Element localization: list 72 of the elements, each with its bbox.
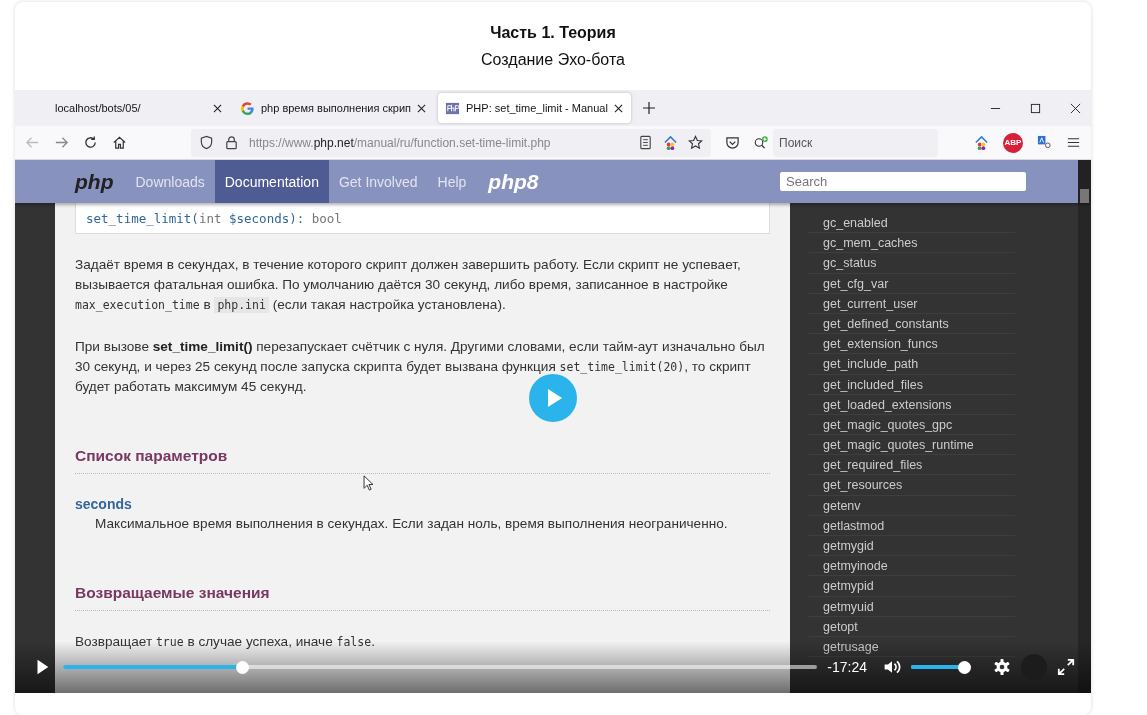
forward-icon[interactable] [54,135,69,150]
browser-tab[interactable]: php время выполнения скрип [230,93,435,123]
maximize-icon[interactable] [1030,102,1041,114]
scrollbar-thumb[interactable] [1080,189,1089,203]
nav-link[interactable]: Documentation [214,160,329,203]
parameter-name: seconds [75,496,133,513]
close-tab-icon[interactable] [613,103,623,113]
function-link[interactable]: get_magic_quotes_runtime [808,435,1015,456]
function-link[interactable]: get_included_files [808,374,1015,395]
function-link[interactable]: get_loaded_extensions [808,394,1015,415]
function-link[interactable]: getmyinode [808,556,1015,577]
section-heading: Список параметров [75,447,770,475]
browser-tab[interactable]: localhost/bots/05/ [15,93,230,123]
address-bar[interactable]: https://www.php.net/manual/ru/function.set-time-limit.php [191,128,711,157]
parameter-description: Максимальное время выполнения в секундах. Если задан ноль, время выполнения неограниченно. [94,515,729,534]
browser-tab[interactable]: PHP: set_time_limit - Manual [438,93,631,123]
colorful-home-icon[interactable] [974,135,989,150]
fullscreen-icon[interactable] [1057,658,1075,676]
shield-icon [199,135,214,150]
php-logo[interactable]: php [75,160,114,203]
translate-icon[interactable] [1037,135,1052,150]
lesson-title: Часть 1. Теория [490,23,616,42]
function-link[interactable]: getmyuid [808,596,1015,617]
progress-slider[interactable] [63,660,818,674]
volume-slider[interactable] [911,660,971,674]
return-description: Возвращает true в случае успеха, иначе false. [75,633,376,652]
mouse-cursor-icon [363,475,374,491]
reader-view-icon[interactable] [638,135,653,150]
description-paragraph: При вызове set_time_limit() перезапускает счётчик с нуля. Другими словами, если тайм-аут изначально был 30 секунд, и через 25 секунд после запуска скрипта будет вызвана функция set_time_limit(20), то скрипт будет работать максимум 45 секунд. [75,337,766,396]
function-link[interactable]: getmypid [808,576,1015,597]
browser-search-field[interactable]: Поиск [773,128,938,157]
pocket-icon[interactable] [725,135,740,150]
site-search-field[interactable]: Search [780,172,1026,191]
function-link[interactable]: getmygid [808,536,1015,557]
function-link[interactable]: get_include_path [808,354,1015,375]
close-tab-icon[interactable] [417,103,427,113]
php-icon [445,100,461,116]
url-text: https://www.php.net/manual/ru/function.set-time-limit.php [249,135,551,150]
function-link[interactable]: gc_status [808,253,1015,274]
function-link[interactable]: get_cfg_var [808,273,1015,294]
lesson-subtitle: Создание Эхо-бота [481,50,625,69]
function-link[interactable]: gc_mem_caches [808,233,1015,254]
section-heading: Возвращаемые значения [75,584,770,612]
colorful-home-icon[interactable] [663,135,678,150]
function-link[interactable]: get_required_files [808,455,1015,476]
function-link[interactable]: get_resources [808,475,1015,496]
menu-icon[interactable] [1066,135,1081,150]
star-icon[interactable] [688,135,703,150]
new-tab-icon[interactable] [642,102,655,114]
search-icon[interactable] [754,135,769,150]
reload-icon[interactable] [83,135,98,150]
volume-icon[interactable] [883,658,901,676]
time-remaining: -17:24 [827,659,867,675]
home-icon[interactable] [112,135,127,150]
settings-icon[interactable] [993,658,1011,676]
description-paragraph: Задаёт время в секундах, в течение которого скрипт должен завершить работу. Если скрипт не успевает, вызывается фатальная ошибка. По умолчанию даётся 30 секунд, либо время, записанное в настройке max_execution_time в php.ini (если такая настройка установлена). [75,256,742,316]
function-signature: set_time_limit(int $seconds): bool [75,203,770,234]
function-link[interactable]: getenv [808,495,1015,516]
close-icon[interactable] [1070,102,1081,114]
close-tab-icon[interactable] [213,103,222,113]
google-icon [240,100,255,116]
function-link[interactable]: getrusage [808,636,1015,658]
function-link[interactable]: get_defined_constants [808,313,1015,335]
function-link[interactable]: get_extension_funcs [808,334,1015,355]
function-link[interactable]: gc_enabled [808,213,1015,234]
php-version-logo: php8 [488,168,539,195]
lock-icon [224,135,239,150]
function-link[interactable]: get_magic_quotes_gpc [808,414,1015,436]
adblock-badge[interactable]: ABP [1003,132,1023,153]
function-link[interactable]: get_current_user [808,293,1015,314]
function-link[interactable]: getopt [808,616,1015,637]
function-link[interactable]: getlastmod [808,515,1015,536]
